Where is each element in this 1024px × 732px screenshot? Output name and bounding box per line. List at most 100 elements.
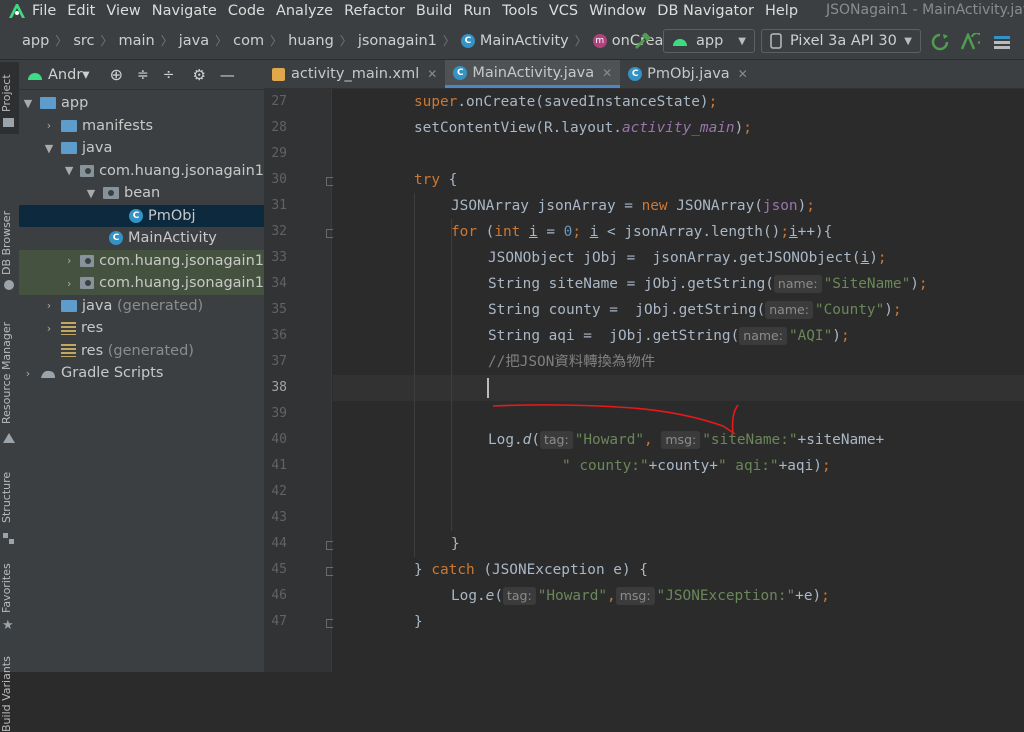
breadcrumb-huang[interactable]: huang xyxy=(288,33,334,49)
device-dropdown[interactable]: Pixel 3a API 30 ▼ xyxy=(761,29,921,53)
project-view-selector[interactable]: Andr▾ xyxy=(48,67,90,83)
menu-tools[interactable]: Tools xyxy=(502,3,538,19)
resource-manager-icon xyxy=(3,430,15,443)
package-icon xyxy=(80,254,95,267)
tree-item-gradle-scripts[interactable]: › Gradle Scripts xyxy=(19,362,264,385)
chevron-down-icon[interactable]: ▼ xyxy=(85,187,97,200)
android-icon xyxy=(673,39,687,46)
tab-mainactivity-java[interactable]: C MainActivity.java ✕ xyxy=(445,60,621,88)
chevron-right-icon[interactable]: › xyxy=(43,299,55,312)
close-icon[interactable]: ✕ xyxy=(427,67,437,81)
tab-pmobj-java[interactable]: C PmObj.java ✕ xyxy=(620,60,756,88)
tool-tab-project[interactable]: Project xyxy=(0,68,19,118)
tool-tab-structure[interactable]: Structure xyxy=(0,468,19,526)
chevron-down-icon[interactable]: ▼ xyxy=(43,142,55,155)
chevron-down-icon[interactable]: ▼ xyxy=(64,164,74,177)
editor-tab-bar: activity_main.xml ✕ C MainActivity.java … xyxy=(264,60,1024,89)
line-number: 32 xyxy=(271,224,287,239)
tree-item-java-generated[interactable]: › java (generated) xyxy=(19,295,264,318)
module-folder-icon xyxy=(40,97,56,110)
line-number-gutter[interactable]: 27 28 29 30 31 32 33 34 35 36 37 38 39 4… xyxy=(264,89,334,672)
tree-item-mainactivity[interactable]: C MainActivity xyxy=(19,227,264,250)
navigation-bar: app 〉 src 〉 main 〉 java 〉 com 〉 huang 〉 … xyxy=(0,22,1024,60)
code-editor[interactable]: super.onCreate(savedInstanceState); setC… xyxy=(333,89,1024,672)
structure-icon xyxy=(3,530,15,544)
close-icon[interactable]: ✕ xyxy=(602,66,612,80)
minimize-icon[interactable]: — xyxy=(220,66,235,84)
tool-tab-resource-manager[interactable]: Resource Manager xyxy=(0,318,19,428)
breadcrumb-src[interactable]: src xyxy=(73,33,94,49)
breadcrumb-jsonagain1[interactable]: jsonagain1 xyxy=(358,33,437,49)
menu-build[interactable]: Build xyxy=(416,3,452,19)
line-number: 31 xyxy=(271,198,287,213)
menu-edit[interactable]: Edit xyxy=(67,3,95,19)
resource-folder-icon xyxy=(61,344,76,358)
tree-item-manifests[interactable]: › manifests xyxy=(19,115,264,138)
menu-analyze[interactable]: Analyze xyxy=(276,3,333,19)
tree-item-pmobj[interactable]: C PmObj xyxy=(19,204,264,227)
hammer-build-icon[interactable] xyxy=(633,33,651,49)
menu-help[interactable]: Help xyxy=(765,3,798,19)
menu-run[interactable]: Run xyxy=(463,3,491,19)
run-config-dropdown[interactable]: app ▼ xyxy=(663,29,755,53)
menu-navigate[interactable]: Navigate xyxy=(152,3,217,19)
menu-file[interactable]: File xyxy=(32,3,56,19)
tool-tab-db-browser[interactable]: DB Browser xyxy=(0,208,19,278)
project-panel-toolbar: Andr▾ ⊕ ≑ ÷ ⚙ — xyxy=(19,60,264,90)
xml-file-icon xyxy=(272,67,285,81)
chevron-right-icon[interactable]: › xyxy=(43,322,55,335)
line-number: 42 xyxy=(271,484,287,499)
chevron-down-icon[interactable]: ▼ xyxy=(22,97,34,110)
package-icon xyxy=(103,187,119,200)
tree-item-package-androidtest[interactable]: › com.huang.jsonagain1 xyxy=(19,249,264,272)
line-number: 43 xyxy=(271,510,287,525)
breadcrumb-separator-icon: 〉 xyxy=(215,34,228,48)
close-icon[interactable]: ✕ xyxy=(738,67,748,81)
breadcrumb-mainactivity[interactable]: C MainActivity xyxy=(460,33,569,49)
chevron-down-icon: ▼ xyxy=(904,35,912,47)
gear-icon[interactable]: ⚙ xyxy=(192,66,205,84)
class-icon: C xyxy=(460,33,475,48)
tree-item-bean[interactable]: ▼ bean xyxy=(19,182,264,205)
crosshair-locate-icon[interactable]: ⊕ xyxy=(110,65,123,84)
line-number: 30 xyxy=(271,172,287,187)
android-studio-logo-icon xyxy=(9,4,25,18)
line-number: 34 xyxy=(271,276,287,291)
chevron-right-icon[interactable]: › xyxy=(43,119,55,132)
tree-item-package-test[interactable]: › com.huang.jsonagain1 xyxy=(19,272,264,295)
menu-refactor[interactable]: Refactor xyxy=(344,3,405,19)
chevron-right-icon[interactable]: › xyxy=(64,277,74,290)
tree-item-res[interactable]: › res xyxy=(19,317,264,340)
tab-activity-main-xml[interactable]: activity_main.xml ✕ xyxy=(264,60,445,88)
tool-tab-build-variants[interactable]: Build Variants xyxy=(0,656,19,732)
sdk-manager-icon[interactable] xyxy=(993,34,1011,50)
chevron-right-icon[interactable]: › xyxy=(64,254,74,267)
breadcrumb-com[interactable]: com xyxy=(233,33,264,49)
menu-vcs[interactable]: VCS xyxy=(549,3,578,19)
collapse-all-icon[interactable]: ÷ xyxy=(163,67,175,83)
class-icon: C xyxy=(109,231,123,246)
line-number: 44 xyxy=(271,536,287,551)
class-icon: C xyxy=(628,67,643,81)
menu-view[interactable]: View xyxy=(106,3,140,19)
breadcrumb-separator-icon: 〉 xyxy=(55,34,68,48)
menu-window[interactable]: Window xyxy=(589,3,646,19)
breadcrumb-main[interactable]: main xyxy=(119,33,155,49)
chevron-right-icon[interactable]: › xyxy=(22,367,34,380)
breadcrumb-separator-icon: 〉 xyxy=(100,34,113,48)
expand-all-icon[interactable]: ≑ xyxy=(137,67,149,83)
apply-code-changes-icon[interactable] xyxy=(960,33,980,51)
line-number-current: 38 xyxy=(271,380,287,395)
breadcrumb-java[interactable]: java xyxy=(179,33,209,49)
breadcrumb-separator-icon: 〉 xyxy=(270,34,283,48)
apply-changes-restart-icon[interactable] xyxy=(931,33,949,51)
breadcrumb-app[interactable]: app xyxy=(22,33,49,49)
tree-item-package[interactable]: ▼ com.huang.jsonagain1 xyxy=(19,160,264,183)
menu-code[interactable]: Code xyxy=(228,3,265,19)
menu-db-navigator[interactable]: DB Navigator xyxy=(657,3,754,19)
tree-item-res-generated[interactable]: res (generated) xyxy=(19,340,264,363)
tool-tab-favorites[interactable]: Favorites xyxy=(0,560,19,616)
tree-item-java[interactable]: ▼ java xyxy=(19,137,264,160)
line-number: 39 xyxy=(271,406,287,421)
tree-item-app[interactable]: ▼ app xyxy=(19,92,264,115)
